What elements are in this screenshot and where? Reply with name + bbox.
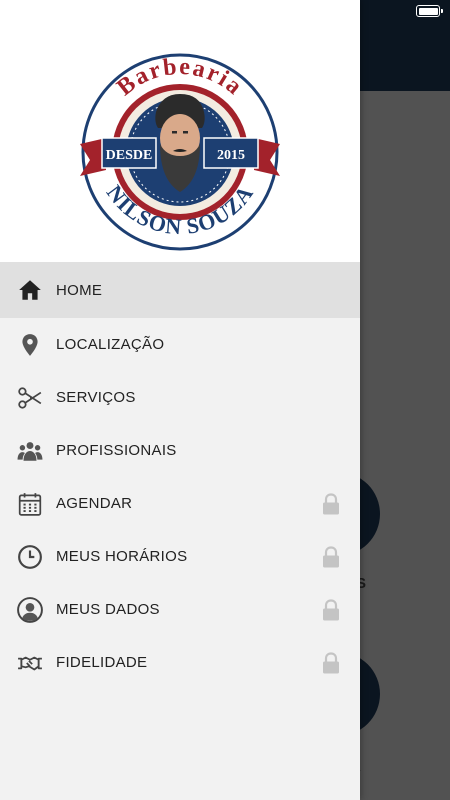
scissors-icon: [17, 385, 43, 411]
handshake-icon: [17, 650, 43, 676]
menu-item-schedule[interactable]: AGENDAR: [0, 477, 360, 530]
menu-item-professionals[interactable]: PROFISSIONAIS: [0, 424, 360, 477]
menu-item-my-times[interactable]: MEUS HORÁRIOS: [0, 530, 360, 583]
menu-item-label: SERVIÇOS: [56, 389, 136, 406]
menu-item-loyalty[interactable]: FIDELIDADE: [0, 636, 360, 689]
logo-year-label: 2015: [217, 148, 245, 163]
lock-icon: [323, 492, 339, 514]
location-pin-icon: [17, 332, 43, 358]
menu-item-label: AGENDAR: [56, 495, 133, 512]
menu-item-label: FIDELIDADE: [56, 654, 148, 671]
menu-item-label: HOME: [56, 281, 103, 299]
user-icon: [17, 596, 43, 623]
navigation-drawer: DESDE 2015 Barbearia NILSON SOUZA HOME L…: [0, 0, 360, 800]
drawer-menu: HOME LOCALIZAÇÃO SERVIÇOS PROFISSIONAIS …: [0, 262, 360, 689]
clock-icon: [17, 544, 43, 570]
home-icon: [17, 277, 43, 303]
drawer-header: DESDE 2015 Barbearia NILSON SOUZA: [0, 0, 360, 262]
menu-item-label: LOCALIZAÇÃO: [56, 336, 165, 353]
menu-item-home[interactable]: HOME: [0, 262, 360, 318]
menu-item-label: PROFISSIONAIS: [56, 442, 177, 459]
battery-icon: [416, 5, 443, 17]
menu-item-label: MEUS DADOS: [56, 601, 160, 618]
logo-since-label: DESDE: [106, 148, 153, 163]
barbershop-logo: DESDE 2015 Barbearia NILSON SOUZA: [80, 53, 280, 251]
menu-item-label: MEUS HORÁRIOS: [56, 548, 188, 565]
lock-icon: [323, 651, 339, 673]
menu-item-location[interactable]: LOCALIZAÇÃO: [0, 318, 360, 371]
lock-icon: [323, 545, 339, 567]
lock-icon: [323, 598, 339, 620]
menu-item-services[interactable]: SERVIÇOS: [0, 371, 360, 424]
calendar-icon: [17, 491, 43, 517]
menu-item-my-data[interactable]: MEUS DADOS: [0, 583, 360, 636]
group-icon: [17, 438, 43, 464]
